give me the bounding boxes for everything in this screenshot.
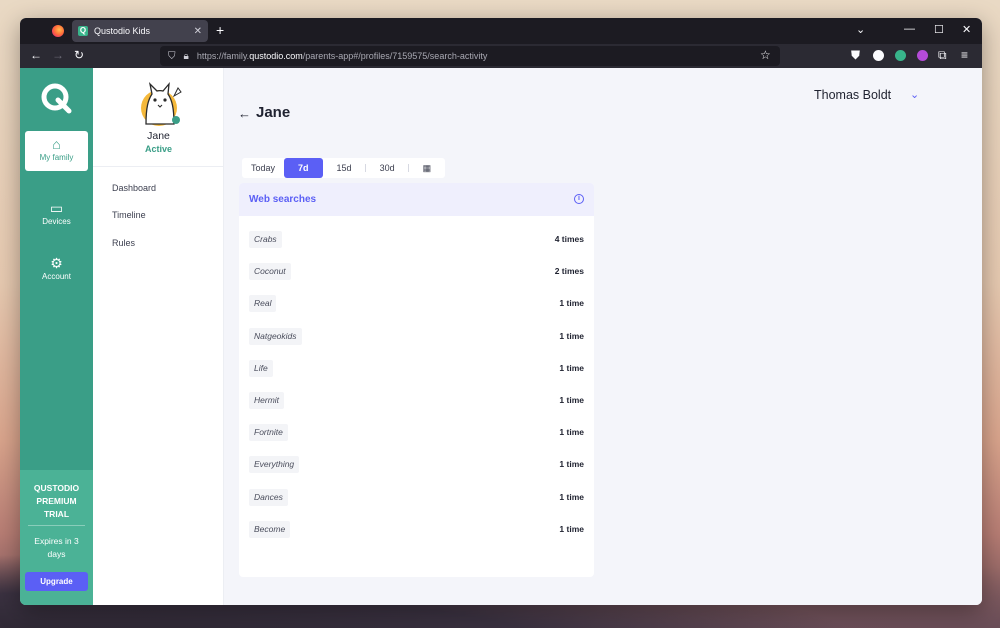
pocket-icon[interactable]: ⛊ xyxy=(851,48,860,63)
list-item: Real 1 time xyxy=(249,295,584,313)
divider xyxy=(93,166,224,167)
range-15d[interactable]: 15d xyxy=(323,158,366,178)
url-bar[interactable]: ⛉ 🔒︎ https://family.qustodio.com/parents… xyxy=(160,46,780,66)
lock-icon[interactable]: 🔒︎ xyxy=(184,51,189,62)
bookmark-star-icon[interactable]: ☆ xyxy=(760,48,771,62)
search-count: 1 time xyxy=(559,523,584,534)
new-tab-icon[interactable]: + xyxy=(216,22,224,38)
back-arrow-icon[interactable]: ← xyxy=(238,106,251,121)
avatar[interactable] xyxy=(134,78,184,128)
search-term: Coconut xyxy=(249,263,291,281)
extension-t-icon[interactable] xyxy=(873,50,884,61)
profile-name: Jane xyxy=(147,130,170,142)
search-term: Everything xyxy=(249,456,300,474)
tab-close-icon[interactable]: ✕ xyxy=(194,26,202,37)
chevron-down-icon[interactable]: ⌄ xyxy=(910,88,919,101)
rail-item-devices[interactable]: ▭ Devices xyxy=(25,200,88,227)
list-item: Natgeokids 1 time xyxy=(249,327,584,346)
search-term: Life xyxy=(249,359,273,377)
main-content: ← Jane Thomas Boldt ⌄ Today 7d 15d 30d ▦… xyxy=(224,68,982,605)
menu-icon[interactable]: ≡ xyxy=(961,48,968,62)
search-count: 1 time xyxy=(559,298,584,309)
card-title: Web searches xyxy=(249,194,317,205)
search-term: Hermit xyxy=(249,392,285,409)
list-item: Coconut 2 times xyxy=(249,263,584,281)
list-item: Hermit 1 time xyxy=(249,392,584,410)
user-menu[interactable]: Thomas Boldt xyxy=(814,88,891,102)
search-count: 2 times xyxy=(554,266,584,277)
list-item: Everything 1 time xyxy=(249,456,584,474)
search-count: 1 time xyxy=(559,459,584,470)
calendar-icon[interactable]: ▦ xyxy=(409,158,446,178)
browser-tab[interactable]: Q Qustodio Kids ✕ xyxy=(72,20,208,42)
search-count: 1 time xyxy=(559,395,584,405)
search-term: Crabs xyxy=(249,231,282,248)
profile-status: Active xyxy=(144,144,172,154)
trial-title: QUSTODIO PREMIUM TRIAL xyxy=(33,483,80,519)
search-term: Natgeokids xyxy=(249,327,302,345)
upgrade-button[interactable]: Upgrade xyxy=(25,572,88,591)
shield-icon[interactable]: ⛉ xyxy=(168,51,176,62)
firefox-icon[interactable] xyxy=(52,25,64,37)
extension-purple-icon[interactable] xyxy=(917,50,928,61)
search-count: 1 time xyxy=(559,427,584,438)
minimize-icon[interactable]: — xyxy=(904,23,915,35)
reload-icon[interactable]: ↻ xyxy=(74,48,84,62)
rail-item-account[interactable]: ⚙ Account xyxy=(25,255,88,282)
search-term: Dances xyxy=(249,488,288,506)
close-window-icon[interactable]: ✕ xyxy=(962,23,971,36)
range-today[interactable]: Today xyxy=(242,158,284,178)
list-item: Life 1 time xyxy=(249,359,584,378)
list-tabs-icon[interactable]: ⌄ xyxy=(856,23,865,36)
list-item: Dances 1 time xyxy=(249,488,584,507)
rail-item-label: Devices xyxy=(42,217,71,226)
qustodio-logo-icon[interactable] xyxy=(40,82,72,114)
profile-nav-dashboard[interactable]: Dashboard xyxy=(112,183,156,193)
qustodio-app: ⌂ My family ▭ Devices ⚙ Account QUSTODIO… xyxy=(20,68,982,605)
search-count: 4 times xyxy=(554,234,584,244)
search-count: 1 time xyxy=(559,362,584,373)
list-item: Fortnite 1 time xyxy=(249,424,584,442)
web-searches-card: Web searches i Crabs 4 times Coconut 2 time… xyxy=(239,183,594,577)
tab-bar: Q Qustodio Kids ✕ + ⌄ — ☐ ✕ xyxy=(20,18,982,44)
tab-title: Qustodio Kids xyxy=(94,26,151,36)
trial-expires: Expires in 3 days xyxy=(34,536,79,559)
back-icon[interactable]: ← xyxy=(30,48,42,62)
search-term: Fortnite xyxy=(249,424,288,442)
url-text[interactable]: https://family.qustodio.com/parents-app#… xyxy=(197,51,488,61)
search-count: 1 time xyxy=(559,330,584,341)
gear-icon: ⚙ xyxy=(50,255,63,271)
extensions-icon[interactable]: ⧉ xyxy=(938,48,947,63)
nav-bar: ← → ↻ ⛉ 🔒︎ https://family.qustodio.com/p… xyxy=(20,44,982,68)
devices-icon: ▭ xyxy=(49,200,64,216)
page-title: Jane xyxy=(256,104,291,121)
rail-item-label: My family xyxy=(39,153,74,162)
card-header: Web searches i xyxy=(239,183,594,216)
rail-item-label: Account xyxy=(42,272,71,281)
trial-panel: QUSTODIO PREMIUM TRIAL Expires in 3 days… xyxy=(20,470,93,605)
maximize-icon[interactable]: ☐ xyxy=(934,23,944,36)
forward-icon[interactable]: → xyxy=(52,48,64,62)
extension-grammarly-icon[interactable] xyxy=(895,50,906,61)
list-item: Crabs 4 times xyxy=(249,231,584,249)
home-icon: ⌂ xyxy=(52,136,61,152)
search-term: Become xyxy=(249,520,291,538)
qustodio-favicon-icon: Q xyxy=(78,26,88,36)
info-icon[interactable]: i xyxy=(574,194,584,204)
profile-nav-rules[interactable]: Rules xyxy=(112,238,135,248)
range-7d[interactable]: 7d xyxy=(284,158,323,178)
list-item: Become 1 time xyxy=(249,520,584,539)
search-count: 1 time xyxy=(559,491,584,502)
date-range-selector: Today 7d 15d 30d ▦ xyxy=(242,158,446,178)
range-30d[interactable]: 30d xyxy=(366,158,409,178)
main-rail: ⌂ My family ▭ Devices ⚙ Account QUSTODIO… xyxy=(20,68,93,605)
profile-sidebar: Jane Active Dashboard Timeline Rules xyxy=(93,68,224,605)
profile-nav-timeline[interactable]: Timeline xyxy=(112,210,146,220)
rail-item-my-family[interactable]: ⌂ My family xyxy=(25,131,88,171)
divider xyxy=(28,525,85,526)
search-term: Real xyxy=(249,295,277,313)
browser-window: Q Qustodio Kids ✕ + ⌄ — ☐ ✕ ← → ↻ ⛉ 🔒︎ h… xyxy=(20,18,982,605)
